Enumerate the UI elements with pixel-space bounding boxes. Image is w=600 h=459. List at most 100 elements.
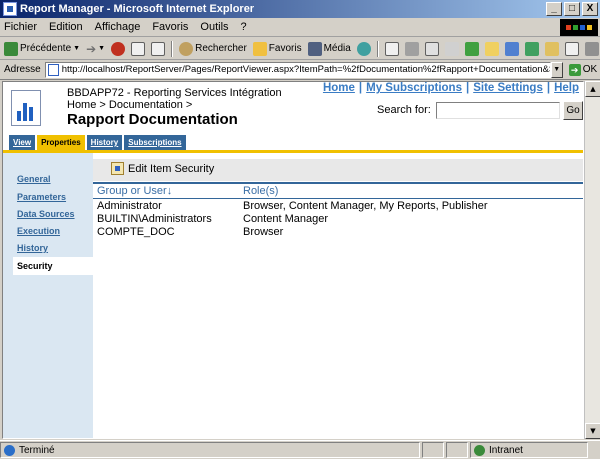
intranet-zone-icon [474, 444, 485, 456]
nav-security[interactable]: Security [17, 261, 53, 271]
menu-edition[interactable]: Edition [43, 21, 89, 33]
site-settings-link[interactable]: Site Settings [473, 82, 543, 94]
media-button[interactable]: Média [307, 41, 351, 56]
tab-properties[interactable]: Properties [37, 135, 85, 150]
toolbar-separator [171, 40, 174, 57]
scroll-up-icon[interactable]: ▲ [585, 81, 600, 97]
table-header-rule [93, 198, 583, 199]
zone-label: Intranet [489, 444, 523, 456]
back-dropdown-icon[interactable]: ▼ [73, 45, 80, 52]
history-icon[interactable] [356, 41, 371, 56]
search-label: Rechercher [195, 43, 247, 54]
favorites-label: Favoris [268, 43, 302, 54]
status-pane [422, 442, 444, 458]
nav-execution[interactable]: Execution [17, 226, 60, 236]
forward-dropdown-icon[interactable]: ▼ [98, 45, 105, 52]
favorites-button[interactable]: Favoris [252, 41, 302, 56]
cell-roles: Browser, Content Manager, My Reports, Pu… [243, 200, 488, 212]
tools-icon[interactable] [584, 41, 599, 56]
messenger-icon[interactable] [464, 41, 479, 56]
toolbar: Précédente ▼ ➔ ▼ Rechercher Favoris Médi… [0, 38, 600, 60]
nav-parameters[interactable]: Parameters [17, 192, 66, 202]
nav-general[interactable]: General [17, 174, 51, 184]
close-button[interactable]: X [582, 2, 598, 16]
address-url: http://localhost/ReportServer/Pages/Repo… [61, 64, 550, 75]
status-text: Terminé [19, 444, 55, 456]
report-manager-logo-icon [11, 90, 41, 126]
folder-icon[interactable] [544, 41, 559, 56]
discuss-icon[interactable] [444, 41, 459, 56]
forward-button[interactable]: ➔ ▼ [86, 42, 105, 56]
mail-icon[interactable] [384, 41, 399, 56]
media-label: Média [323, 43, 351, 54]
security-edit-icon [111, 162, 124, 175]
cell-user: Administrator [97, 200, 162, 212]
search-button[interactable]: Rechercher [179, 41, 247, 56]
my-subscriptions-link[interactable]: My Subscriptions [366, 82, 462, 94]
excel-icon[interactable] [524, 41, 539, 56]
document-icon[interactable] [564, 41, 579, 56]
search-go-button[interactable]: Go [563, 101, 583, 120]
vertical-scrollbar[interactable]: ▲ ▼ [584, 81, 600, 439]
address-bar: Adresse http://localhost/ReportServer/Pa… [0, 60, 600, 80]
menu-help[interactable]: ? [235, 21, 253, 33]
table-row: BUILTIN\Administrators Content Manager [93, 213, 583, 226]
cell-roles: Browser [243, 226, 284, 238]
cell-roles: Content Manager [243, 213, 328, 225]
page-content: BBDAPP72 - Reporting Services Intégratio… [2, 81, 584, 439]
nav-history[interactable]: History [17, 243, 48, 253]
search-label: Search for: [377, 104, 431, 116]
page-title: Rapport Documentation [67, 111, 238, 128]
stop-icon[interactable] [111, 41, 126, 56]
command-bar: Edit Item Security [93, 159, 583, 181]
go-label: OK [582, 64, 598, 75]
edit-item-security-label: Edit Item Security [128, 162, 215, 175]
refresh-icon[interactable] [131, 41, 146, 56]
favorites-icon [252, 41, 267, 56]
research-icon[interactable] [484, 41, 499, 56]
tab-subscriptions[interactable]: Subscriptions [124, 135, 186, 150]
window-titlebar: Report Manager - Microsoft Internet Expl… [0, 0, 600, 18]
tab-bar: View Properties History Subscriptions [9, 135, 186, 150]
menu-favoris[interactable]: Favoris [146, 21, 194, 33]
menu-affichage[interactable]: Affichage [89, 21, 147, 33]
address-label: Adresse [4, 64, 41, 75]
menu-outils[interactable]: Outils [194, 21, 234, 33]
address-input[interactable]: http://localhost/ReportServer/Pages/Repo… [44, 61, 551, 78]
nav-data-sources[interactable]: Data Sources [17, 209, 75, 219]
cell-user: BUILTIN\Administrators [97, 213, 212, 225]
tab-history[interactable]: History [86, 135, 123, 150]
edit-icon[interactable] [424, 41, 439, 56]
global-links: Home | My Subscriptions | Site Settings | Help [322, 82, 579, 94]
site-name: BBDAPP72 - Reporting Services Intégratio… [67, 87, 282, 99]
print-icon[interactable] [404, 41, 419, 56]
breadcrumb[interactable]: Home > Documentation > [67, 99, 192, 111]
report-manager-app-icon [3, 2, 17, 16]
window-title: Report Manager - Microsoft Internet Expl… [20, 3, 255, 15]
minimize-button[interactable]: _ [546, 2, 562, 16]
go-button[interactable]: ➔ OK [568, 63, 598, 76]
table-row: COMPTE_DOC Browser [93, 226, 583, 239]
forward-arrow-icon: ➔ [86, 41, 97, 56]
page-loaded-icon [4, 444, 15, 456]
address-dropdown-icon[interactable]: ▼ [550, 61, 563, 78]
help-link[interactable]: Help [554, 82, 579, 94]
edit-item-security-button[interactable]: Edit Item Security [111, 162, 214, 175]
table-row: Administrator Browser, Content Manager, … [93, 200, 583, 213]
status-text-pane: Terminé [0, 442, 420, 458]
column-group-or-user[interactable]: Group or User↓ [97, 185, 172, 197]
home-icon[interactable] [151, 41, 166, 56]
word-icon[interactable] [504, 41, 519, 56]
search-icon [179, 41, 194, 56]
scroll-down-icon[interactable]: ▼ [585, 423, 600, 439]
menu-fichier[interactable]: Fichier [0, 21, 43, 33]
tab-view[interactable]: View [9, 135, 36, 150]
back-button[interactable]: Précédente ▼ [4, 41, 80, 56]
home-link[interactable]: Home [323, 82, 355, 94]
maximize-button[interactable]: □ [564, 2, 580, 16]
table-header: Group or User↓ Role(s) [93, 185, 583, 198]
search-input[interactable] [436, 102, 560, 119]
page-icon [47, 63, 59, 76]
menu-bar: Fichier Edition Affichage Favoris Outils… [0, 18, 600, 37]
back-arrow-icon [4, 41, 18, 56]
